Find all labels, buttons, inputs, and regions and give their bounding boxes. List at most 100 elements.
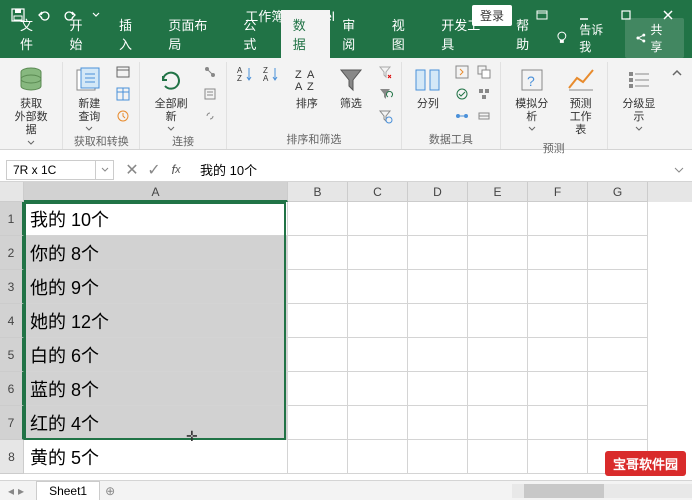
row-header-6[interactable]: 6 <box>0 372 24 406</box>
cell-B7[interactable] <box>288 406 348 440</box>
cell-A2[interactable]: 你的 8个 <box>24 236 288 270</box>
cell-B5[interactable] <box>288 338 348 372</box>
cell-G6[interactable] <box>588 372 648 406</box>
tab-页面布局[interactable]: 页面布局 <box>156 10 231 58</box>
cancel-formula-button[interactable]: ✕ <box>122 160 142 180</box>
properties-button[interactable] <box>200 84 220 104</box>
cell-C8[interactable] <box>348 440 408 474</box>
name-box-dropdown[interactable] <box>96 160 114 180</box>
row-header-3[interactable]: 3 <box>0 270 24 304</box>
cell-C6[interactable] <box>348 372 408 406</box>
cell-G1[interactable] <box>588 202 648 236</box>
sort-asc-button[interactable]: AZ <box>233 62 257 86</box>
row-header-5[interactable]: 5 <box>0 338 24 372</box>
sheet-nav-next[interactable]: ▸ <box>18 484 24 498</box>
scrollbar-thumb[interactable] <box>524 484 604 498</box>
cell-F8[interactable] <box>528 440 588 474</box>
sort-button[interactable]: ZAAZ 排序 <box>287 62 327 113</box>
new-sheet-button[interactable]: ⊕ <box>100 484 120 498</box>
cell-D6[interactable] <box>408 372 468 406</box>
cell-D3[interactable] <box>408 270 468 304</box>
flash-fill-button[interactable] <box>452 62 472 82</box>
column-header-E[interactable]: E <box>468 182 528 202</box>
cell-B8[interactable] <box>288 440 348 474</box>
cell-C5[interactable] <box>348 338 408 372</box>
tab-审阅[interactable]: 审阅 <box>330 10 379 58</box>
cell-A8[interactable]: 黄的 5个 <box>24 440 288 474</box>
what-if-button[interactable]: ? 模拟分析 <box>507 62 557 133</box>
edit-links-button[interactable] <box>200 106 220 126</box>
select-all-corner[interactable] <box>0 182 24 202</box>
advanced-filter-button[interactable] <box>375 106 395 126</box>
cell-E3[interactable] <box>468 270 528 304</box>
cell-D8[interactable] <box>408 440 468 474</box>
cell-A6[interactable]: 蓝的 8个 <box>24 372 288 406</box>
row-header-1[interactable]: 1 <box>0 202 24 236</box>
cell-C1[interactable] <box>348 202 408 236</box>
data-validation-button[interactable] <box>452 84 472 104</box>
row-header-7[interactable]: 7 <box>0 406 24 440</box>
cell-E2[interactable] <box>468 236 528 270</box>
formula-input[interactable]: 我的 10个 <box>194 160 674 179</box>
text-to-columns-button[interactable]: 分列 <box>408 62 448 113</box>
tab-插入[interactable]: 插入 <box>107 10 156 58</box>
column-header-C[interactable]: C <box>348 182 408 202</box>
cell-B1[interactable] <box>288 202 348 236</box>
cell-A1[interactable]: 我的 10个 <box>24 202 288 236</box>
cell-C3[interactable] <box>348 270 408 304</box>
cell-F5[interactable] <box>528 338 588 372</box>
cell-F4[interactable] <box>528 304 588 338</box>
cell-E6[interactable] <box>468 372 528 406</box>
show-queries-button[interactable] <box>113 62 133 82</box>
cell-G3[interactable] <box>588 270 648 304</box>
name-box[interactable]: 7R x 1C <box>6 160 96 180</box>
column-header-D[interactable]: D <box>408 182 468 202</box>
cell-B3[interactable] <box>288 270 348 304</box>
cell-F6[interactable] <box>528 372 588 406</box>
tab-帮助[interactable]: 帮助 <box>504 10 553 58</box>
cell-F3[interactable] <box>528 270 588 304</box>
row-header-4[interactable]: 4 <box>0 304 24 338</box>
remove-duplicates-button[interactable] <box>474 62 494 82</box>
forecast-sheet-button[interactable]: 预测 工作表 <box>561 62 601 140</box>
filter-button[interactable]: 筛选 <box>331 62 371 113</box>
cell-E5[interactable] <box>468 338 528 372</box>
column-header-G[interactable]: G <box>588 182 648 202</box>
cell-C7[interactable] <box>348 406 408 440</box>
enter-formula-button[interactable]: ✓ <box>144 160 164 180</box>
from-table-button[interactable] <box>113 84 133 104</box>
refresh-all-button[interactable]: 全部刷新 <box>146 62 196 133</box>
cell-F2[interactable] <box>528 236 588 270</box>
sheet-tab-active[interactable]: Sheet1 <box>36 481 100 500</box>
cell-A5[interactable]: 白的 6个 <box>24 338 288 372</box>
horizontal-scrollbar[interactable] <box>512 484 692 498</box>
cells-area[interactable]: 我的 10个你的 8个他的 9个她的 12个白的 6个蓝的 8个红的 4个黄的 … <box>24 202 692 480</box>
cell-E7[interactable] <box>468 406 528 440</box>
column-header-B[interactable]: B <box>288 182 348 202</box>
tab-数据[interactable]: 数据 <box>281 10 330 58</box>
collapse-ribbon-button[interactable] <box>670 62 692 149</box>
cell-A7[interactable]: 红的 4个 <box>24 406 288 440</box>
relationships-button[interactable] <box>452 106 472 126</box>
worksheet-grid[interactable]: ABCDEFG 12345678 我的 10个你的 8个他的 9个她的 12个白… <box>0 182 692 480</box>
cell-G4[interactable] <box>588 304 648 338</box>
sort-desc-button[interactable]: ZA <box>259 62 283 86</box>
cell-D5[interactable] <box>408 338 468 372</box>
sheet-nav-prev[interactable]: ◂ <box>8 484 14 498</box>
tab-公式[interactable]: 公式 <box>231 10 280 58</box>
cell-F1[interactable] <box>528 202 588 236</box>
cell-G2[interactable] <box>588 236 648 270</box>
get-external-data-button[interactable]: 获取 外部数据 <box>6 62 56 147</box>
tab-开始[interactable]: 开始 <box>57 10 106 58</box>
tab-开发工具[interactable]: 开发工具 <box>429 10 504 58</box>
connections-button[interactable] <box>200 62 220 82</box>
cell-C2[interactable] <box>348 236 408 270</box>
manage-data-model-button[interactable] <box>474 106 494 126</box>
consolidate-button[interactable] <box>474 84 494 104</box>
recent-sources-button[interactable] <box>113 106 133 126</box>
cell-B6[interactable] <box>288 372 348 406</box>
cell-A3[interactable]: 他的 9个 <box>24 270 288 304</box>
new-query-button[interactable]: 新建 查询 <box>69 62 109 133</box>
column-header-A[interactable]: A <box>24 182 288 202</box>
tell-me-label[interactable]: 告诉我 <box>579 21 614 55</box>
